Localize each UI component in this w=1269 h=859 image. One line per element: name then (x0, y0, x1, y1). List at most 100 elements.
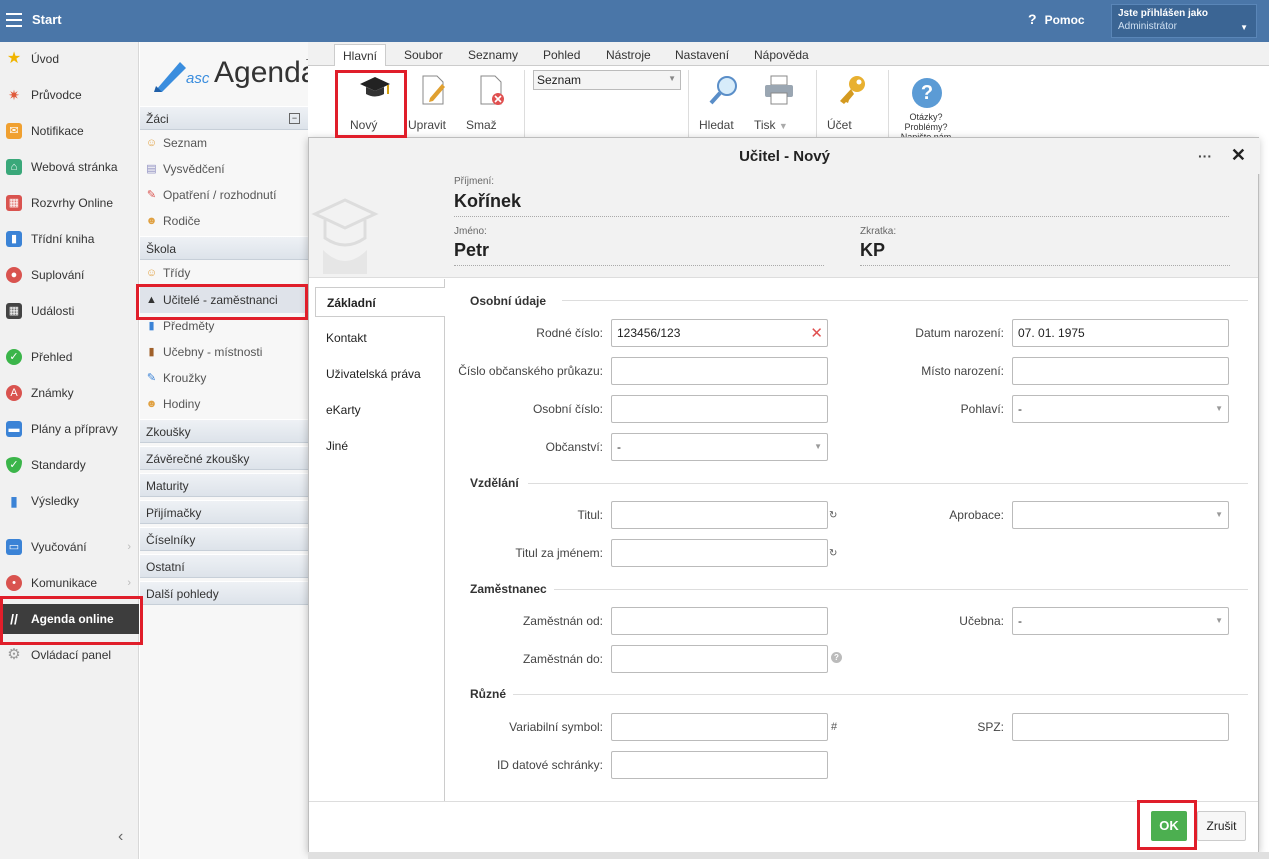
nav-item-standardy[interactable]: ✓ Standardy (0, 450, 139, 480)
section-zkousky[interactable]: Zkoušky (140, 419, 308, 443)
collapse-minus-icon[interactable]: − (289, 113, 300, 124)
chevron-down-icon: ▼ (814, 442, 822, 451)
nav-item-plany[interactable]: ▬ Plány a přípravy (0, 414, 139, 444)
tree-item-hodiny[interactable]: ☻ Hodiny (140, 391, 308, 417)
nav-item-notifikace[interactable]: ✉ Notifikace (0, 116, 139, 146)
help-circle-icon[interactable]: ? (831, 652, 842, 663)
close-icon[interactable]: ✕ (1231, 145, 1246, 166)
tab-zakladni[interactable]: Základní (315, 287, 445, 317)
nav-item-vysledky[interactable]: ▮ Výsledky (0, 486, 139, 516)
nav-item-webova-stranka[interactable]: ⌂ Webová stránka (0, 152, 139, 182)
aprobace-select[interactable]: ▼ (1012, 501, 1229, 529)
nav-item-tridni-kniha[interactable]: ▮ Třídní kniha (0, 224, 139, 254)
help-button[interactable]: ? Pomoc (1028, 11, 1085, 27)
nav-item-komunikace[interactable]: • Komunikace › (0, 568, 139, 598)
tab-nastaveni[interactable]: Nastavení (667, 46, 737, 64)
tab-soubor[interactable]: Soubor (396, 46, 451, 64)
item-label: Třídy (163, 266, 191, 280)
tisk-button[interactable]: Tisk ▼ (754, 74, 804, 132)
nav-item-pruvodce[interactable]: ✷ Průvodce (0, 80, 139, 110)
nav-item-znamky[interactable]: A Známky (0, 378, 139, 408)
tree-item-predmety[interactable]: ▮ Předměty (140, 313, 308, 339)
tab-jine[interactable]: Jiné (315, 431, 445, 461)
question-icon: ? (1028, 11, 1037, 27)
nav-item-prehled[interactable]: ✓ Přehled (0, 342, 139, 372)
tree-item-tridy[interactable]: ☺ Třídy (140, 260, 308, 286)
nav-item-ovladaci-panel[interactable]: ⚙ Ovládací panel (0, 640, 139, 670)
certificate-icon: ▤ (146, 163, 157, 175)
hledat-button[interactable]: Hledat (699, 74, 749, 132)
graduation-cap-icon (350, 74, 400, 108)
upravit-button[interactable]: Upravit (408, 74, 458, 132)
ok-button[interactable]: OK (1151, 811, 1187, 841)
section-skola[interactable]: Škola (140, 236, 308, 260)
tree-item-ucebny[interactable]: ▮ Učebny - místnosti (140, 339, 308, 365)
id-ds-input[interactable] (611, 751, 828, 779)
pohlavi-select[interactable]: - ▼ (1012, 395, 1229, 423)
user-box[interactable]: Jste přihlášen jako Administrátor ▼ (1111, 4, 1257, 38)
section-maturity[interactable]: Maturity (140, 473, 308, 497)
obcanstvi-select[interactable]: - ▼ (611, 433, 828, 461)
zkratka-value[interactable]: KP (860, 240, 885, 261)
prijmeni-value[interactable]: Kořínek (454, 191, 521, 212)
section-dalsi[interactable]: Další pohledy (140, 581, 308, 605)
bottom-scroll-strip (308, 852, 1269, 859)
nav-item-suplovani[interactable]: ● Suplování (0, 260, 139, 290)
tree-item-rodice[interactable]: ☻ Rodiče (140, 208, 308, 234)
zkratka-underline (860, 265, 1230, 266)
smaz-button[interactable]: Smaž (466, 74, 516, 132)
tab-seznamy[interactable]: Seznamy (460, 46, 526, 64)
spz-input[interactable] (1012, 713, 1229, 741)
tab-hlavni[interactable]: Hlavní (334, 44, 387, 67)
clear-icon[interactable]: ✕ (810, 324, 823, 342)
nav-label: Agenda online (31, 612, 114, 626)
start-label[interactable]: Start (32, 12, 62, 27)
section-prijimacky[interactable]: Přijímačky (140, 500, 308, 524)
nav-item-udalosti[interactable]: ▦ Události (0, 296, 139, 326)
osobni-cislo-input[interactable] (611, 395, 828, 423)
cancel-button[interactable]: Zrušit (1197, 811, 1246, 841)
datum-narozeni-input[interactable]: 07. 01. 1975 (1012, 319, 1229, 347)
tree-item-seznam[interactable]: ☺ Seznam (140, 130, 308, 156)
collapse-chevron-icon[interactable]: ‹ (118, 828, 123, 846)
zam-od-input[interactable] (611, 607, 828, 635)
nav-item-agenda-online[interactable]: // Agenda online (0, 604, 139, 634)
nav-item-uvod[interactable]: ★ Úvod (0, 44, 139, 74)
ucet-button[interactable]: Účet (827, 74, 877, 132)
tree-item-opatreni[interactable]: ✎ Opatření / rozhodnutí (140, 182, 308, 208)
tree-item-vysvedceni[interactable]: ▤ Vysvědčení (140, 156, 308, 182)
tab-ekarty[interactable]: eKarty (315, 395, 445, 425)
jmeno-value[interactable]: Petr (454, 240, 489, 261)
hamburger-menu-icon[interactable] (6, 13, 22, 27)
tree-item-ucitele[interactable]: ▲ Učitelé - zaměstnanci (140, 287, 308, 313)
section-zaci[interactable]: Žáci − (140, 106, 308, 130)
section-label: Závěrečné zkoušky (146, 452, 250, 466)
tab-kontakt[interactable]: Kontakt (315, 323, 445, 353)
section-ciselniky[interactable]: Číselníky (140, 527, 308, 551)
titul-input[interactable] (611, 501, 828, 529)
ucebna-select[interactable]: - ▼ (1012, 607, 1229, 635)
section-zaverecne[interactable]: Závěrečné zkoušky (140, 446, 308, 470)
view-select[interactable]: Seznam ▼ (533, 70, 681, 90)
titul-za-input[interactable] (611, 539, 828, 567)
tab-napoveda[interactable]: Nápověda (746, 46, 817, 64)
nav-item-rozvrhy[interactable]: ▦ Rozvrhy Online (0, 188, 139, 218)
tree-item-krouzky[interactable]: ✎ Kroužky (140, 365, 308, 391)
section-ostatni[interactable]: Ostatní (140, 554, 308, 578)
bar-chart-icon: ▮ (10, 493, 18, 509)
tab-nastroje[interactable]: Nástroje (598, 46, 659, 64)
cislo-op-input[interactable] (611, 357, 828, 385)
question-circle-icon[interactable]: ? (912, 78, 942, 108)
refresh-icon[interactable]: ↻ (829, 548, 837, 559)
nav-item-vyucovani[interactable]: ▭ Vyučování › (0, 532, 139, 562)
novy-button[interactable]: Nový (350, 74, 400, 132)
zam-do-input[interactable] (611, 645, 828, 673)
refresh-icon[interactable]: ↻ (829, 510, 837, 521)
dialog-menu-icon[interactable]: ··· (1198, 148, 1212, 164)
var-symbol-input[interactable] (611, 713, 828, 741)
tab-uzivatelska-prava[interactable]: Uživatelská práva (315, 359, 445, 389)
tab-pohled[interactable]: Pohled (535, 46, 588, 64)
misto-narozeni-input[interactable] (1012, 357, 1229, 385)
rodne-cislo-input[interactable]: 123456/123 ✕ (611, 319, 828, 347)
item-label: Seznam (163, 136, 208, 150)
